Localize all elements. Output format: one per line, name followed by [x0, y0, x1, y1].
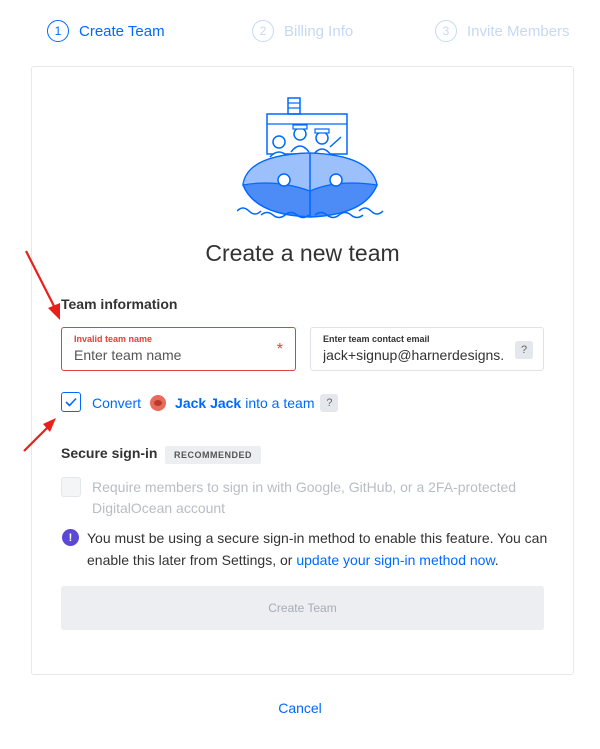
step-number: 2 — [252, 20, 274, 42]
step-number: 1 — [47, 20, 69, 42]
cancel-link[interactable]: Cancel — [0, 700, 600, 716]
team-name-input[interactable]: Enter team name — [74, 347, 283, 363]
secure-signin-option-text: Require members to sign in with Google, … — [92, 479, 517, 516]
step-label: Billing Info — [284, 22, 354, 40]
team-name-field[interactable]: Invalid team name Enter team name * — [61, 327, 296, 371]
secure-signin-info: You must be using a secure sign-in metho… — [87, 527, 557, 571]
step-label: Invite Members — [467, 22, 570, 40]
checkmark-icon — [65, 397, 77, 407]
team-email-field[interactable]: Enter team contact email jack+signup@har… — [310, 327, 544, 371]
convert-prefix: Convert — [92, 395, 142, 411]
info-icon: ! — [62, 529, 79, 546]
team-email-label: Enter team contact email — [323, 334, 430, 344]
convert-suffix: into a team — [245, 395, 315, 411]
team-boat-illustration — [237, 97, 384, 219]
team-name-error-label: Invalid team name — [74, 334, 153, 344]
create-team-card: Create a new team Team information Inval… — [31, 66, 574, 675]
email-help-icon[interactable]: ? — [515, 341, 533, 359]
step-number: 3 — [435, 20, 457, 42]
stepper: 1 Create Team 2 Billing Info 3 Invite Me… — [0, 0, 600, 64]
team-email-input[interactable]: jack+signup@harnerdesigns. — [323, 347, 509, 363]
step-create-team[interactable]: 1 Create Team — [47, 20, 165, 42]
secure-signin-label: Secure sign-in — [61, 445, 158, 461]
step-invite-members[interactable]: 3 Invite Members — [435, 20, 570, 42]
update-signin-link[interactable]: update your sign-in method now — [296, 552, 494, 568]
step-billing-info[interactable]: 2 Billing Info — [252, 20, 353, 42]
recommended-badge: RECOMMENDED — [165, 446, 262, 464]
step-label: Create Team — [79, 22, 165, 40]
team-information-label: Team information — [61, 296, 178, 312]
secure-signin-checkbox[interactable] — [61, 477, 81, 497]
user-avatar — [150, 395, 167, 411]
required-marker: * — [276, 341, 283, 358]
convert-help-icon[interactable]: ? — [320, 394, 339, 412]
convert-user-name: Jack Jack — [175, 395, 242, 411]
page-title: Create a new team — [205, 240, 400, 266]
create-team-button[interactable]: Create Team — [61, 586, 544, 630]
convert-checkbox[interactable] — [61, 392, 81, 412]
info-end: . — [494, 552, 499, 568]
convert-user-row: Convert Jack Jack into a team ? — [92, 394, 339, 412]
